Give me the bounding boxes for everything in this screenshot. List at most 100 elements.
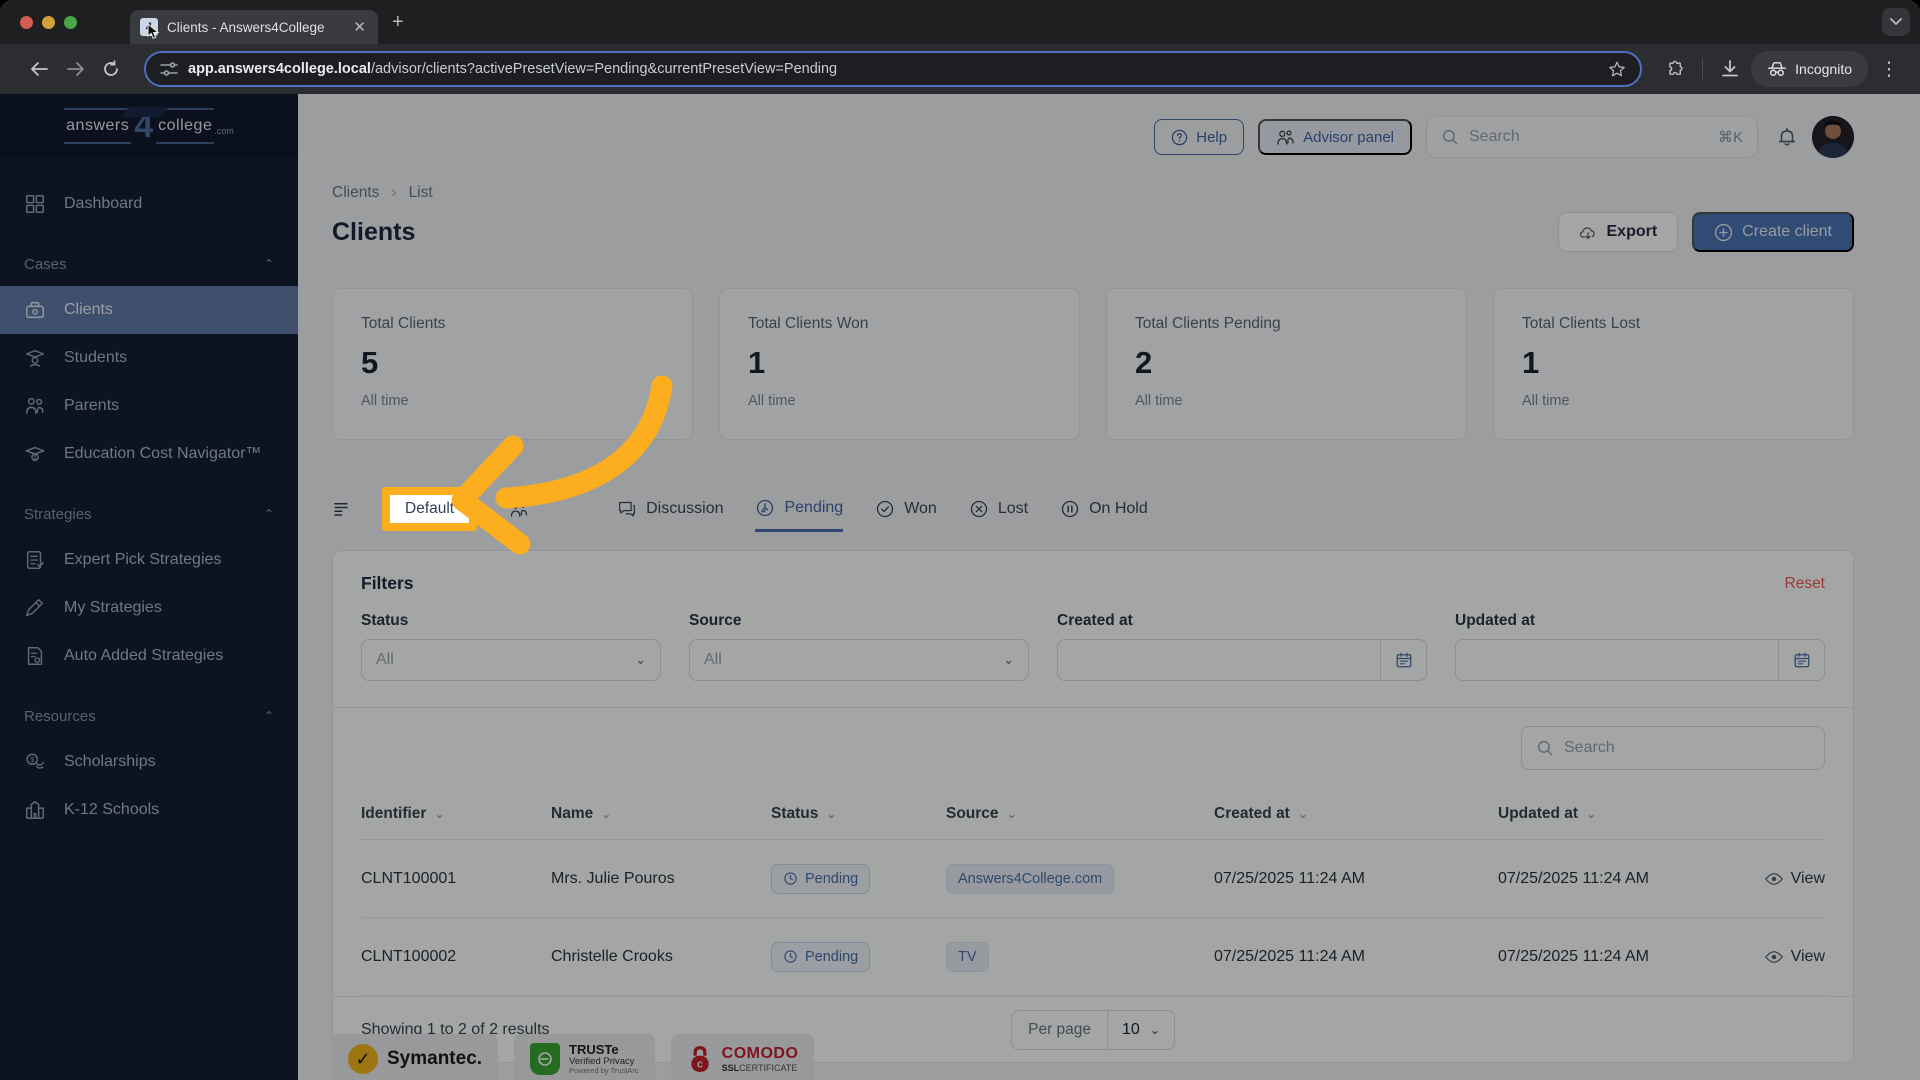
- url-text[interactable]: app.answers4college.local/advisor/client…: [188, 61, 1598, 77]
- stat-label: Total Clients Won: [748, 315, 869, 332]
- global-search-input[interactable]: Search ⌘K: [1426, 116, 1758, 158]
- sidebar-item-parents[interactable]: Parents: [0, 382, 298, 430]
- sidebar-item-expert-pick-strategies[interactable]: Expert Pick Strategies: [0, 536, 298, 584]
- tab-won[interactable]: Won: [875, 486, 937, 532]
- tab-discussion[interactable]: Discussion: [617, 486, 723, 532]
- sidebar-item-my-strategies[interactable]: My Strategies: [0, 584, 298, 632]
- view-list-icon[interactable]: [332, 500, 350, 518]
- stat-card-total-clients: Total Clients 5 All time: [332, 288, 693, 440]
- user-avatar[interactable]: [1812, 116, 1854, 158]
- title-row: Clients Export Create client: [332, 212, 1854, 252]
- sidebar-item-dashboard[interactable]: Dashboard: [0, 180, 298, 228]
- column-source[interactable]: Source ⌄: [946, 805, 1214, 823]
- forward-button[interactable]: [60, 54, 90, 84]
- sidebar-section-strategies[interactable]: Strategies ⌃: [0, 492, 298, 536]
- sidebar-item-scholarships[interactable]: $ Scholarships: [0, 738, 298, 786]
- sidebar-section-cases[interactable]: Cases ⌃: [0, 242, 298, 286]
- sort-icon[interactable]: ⌄: [601, 807, 611, 821]
- browser-menu-button[interactable]: ⋮: [1874, 54, 1904, 84]
- filter-created-at: Created at: [1057, 612, 1427, 681]
- notifications-button[interactable]: [1776, 126, 1798, 148]
- source-select[interactable]: All ⌄: [689, 639, 1029, 681]
- sidebar-section-resources[interactable]: Resources ⌃: [0, 694, 298, 738]
- sidebar-item-label: My Strategies: [64, 599, 162, 616]
- updated-at-date-input[interactable]: [1455, 639, 1825, 681]
- sidebar-item-label: Education Cost Navigator™: [64, 445, 262, 462]
- new-tab-button[interactable]: +: [392, 11, 404, 34]
- tab-label: Won: [904, 500, 937, 517]
- tab-lost[interactable]: Lost: [969, 486, 1028, 532]
- calendar-button[interactable]: [1380, 640, 1426, 680]
- export-button[interactable]: Export: [1557, 212, 1679, 252]
- sidebar-item-k12-schools[interactable]: K-12 Schools: [0, 786, 298, 834]
- column-name[interactable]: Name ⌄: [551, 805, 771, 823]
- table-row[interactable]: CLNT100001 Mrs. Julie Pouros Pending Ans…: [361, 840, 1825, 918]
- view-button[interactable]: View: [1764, 948, 1825, 966]
- bookmark-star-icon[interactable]: [1608, 60, 1626, 78]
- url-bar[interactable]: app.answers4college.local/advisor/client…: [144, 51, 1643, 87]
- sort-icon[interactable]: ⌄: [826, 807, 836, 821]
- tab-pending[interactable]: Pending: [755, 486, 844, 532]
- parents-icon: [24, 395, 48, 417]
- created-at-date-input[interactable]: [1057, 639, 1427, 681]
- tab-label: Pending: [784, 498, 844, 516]
- cell-name: Mrs. Julie Pouros: [551, 869, 675, 887]
- tab-search-button[interactable]: [1882, 8, 1910, 36]
- sidebar-item-education-cost-navigator[interactable]: $ Education Cost Navigator™: [0, 430, 298, 478]
- back-button[interactable]: [24, 54, 54, 84]
- table-row[interactable]: CLNT100002 Christelle Crooks Pending TV …: [361, 918, 1825, 996]
- browser-chrome: 4 Clients - Answers4College ✕ + app.answ…: [0, 0, 1920, 94]
- reset-filters-button[interactable]: Reset: [1785, 575, 1826, 593]
- tab-hidden-people[interactable]: [509, 486, 529, 532]
- downloads-button[interactable]: [1715, 54, 1745, 84]
- column-created-at[interactable]: Created at ⌄: [1214, 805, 1498, 823]
- calendar-button[interactable]: [1778, 640, 1824, 680]
- breadcrumb-clients[interactable]: Clients: [332, 184, 379, 202]
- filter-status: Status All ⌄: [361, 612, 661, 681]
- per-page-control[interactable]: Per page 10 ⌄: [1011, 1009, 1175, 1050]
- view-button[interactable]: View: [1764, 869, 1825, 888]
- advisor-panel-button[interactable]: Advisor panel: [1258, 119, 1412, 155]
- updated-at-field[interactable]: [1456, 640, 1778, 680]
- create-client-button[interactable]: Create client: [1692, 212, 1854, 252]
- column-identifier[interactable]: Identifier ⌄: [361, 805, 551, 823]
- window-controls[interactable]: [20, 15, 77, 29]
- close-window-button[interactable]: [20, 15, 33, 29]
- status-select[interactable]: All ⌄: [361, 639, 661, 681]
- view-label: View: [1790, 869, 1825, 887]
- sidebar-item-auto-added-strategies[interactable]: Auto Added Strategies: [0, 632, 298, 680]
- per-page-select[interactable]: 10 ⌄: [1108, 1011, 1174, 1049]
- cell-name: Christelle Crooks: [551, 947, 673, 965]
- reload-button[interactable]: [96, 54, 126, 84]
- mouse-cursor-icon: [147, 23, 160, 40]
- stat-label: Total Clients Pending: [1135, 315, 1281, 332]
- minimize-window-button[interactable]: [42, 15, 55, 29]
- zoom-window-button[interactable]: [64, 15, 77, 29]
- column-updated-at[interactable]: Updated at ⌄: [1498, 805, 1748, 823]
- sort-icon[interactable]: ⌄: [1007, 807, 1017, 821]
- extensions-button[interactable]: [1660, 54, 1690, 84]
- updated-at-filter-label: Updated at: [1455, 612, 1536, 629]
- tab-default[interactable]: Default: [390, 495, 470, 523]
- tab-label: Lost: [997, 500, 1029, 517]
- stat-label: Total Clients: [361, 315, 446, 332]
- created-at-field[interactable]: [1058, 640, 1380, 680]
- stat-card-total-clients-won: Total Clients Won 1 All time: [719, 288, 1080, 440]
- filters-title: Filters: [361, 573, 414, 593]
- sort-icon[interactable]: ⌄: [1298, 807, 1308, 821]
- sidebar-item-clients[interactable]: Clients: [0, 286, 298, 334]
- tab-close-icon[interactable]: ✕: [351, 18, 368, 36]
- help-button[interactable]: Help: [1154, 119, 1245, 155]
- sort-icon[interactable]: ⌄: [434, 807, 444, 821]
- browser-tab[interactable]: 4 Clients - Answers4College ✕: [130, 10, 378, 44]
- sort-icon[interactable]: ⌄: [1586, 807, 1596, 821]
- chevron-up-icon: ⌃: [263, 257, 274, 271]
- arrow-left-icon: [30, 62, 48, 76]
- tab-on-hold[interactable]: On Hold: [1060, 486, 1148, 532]
- column-status[interactable]: Status ⌄: [771, 805, 946, 823]
- logo-bar[interactable]: answers 4 college .com: [0, 94, 298, 158]
- search-icon: [1442, 129, 1458, 145]
- stat-card-total-clients-lost: Total Clients Lost 1 All time: [1493, 288, 1854, 440]
- table-search-input[interactable]: Search: [1521, 726, 1825, 770]
- sidebar-item-students[interactable]: Students: [0, 334, 298, 382]
